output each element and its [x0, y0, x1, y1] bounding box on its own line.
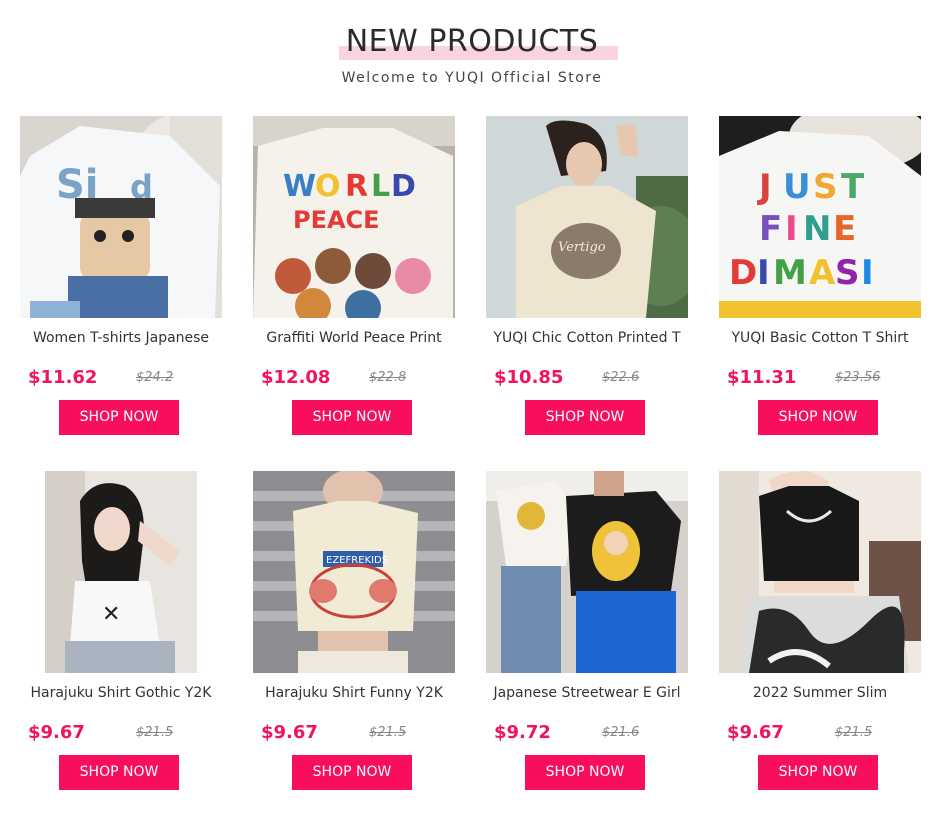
product-image[interactable]: ✕ [20, 471, 222, 673]
svg-text:T: T [841, 167, 865, 207]
product-name[interactable]: Graffiti World Peace Print Streetwear Un… [253, 329, 455, 347]
svg-text:PEACE: PEACE [293, 206, 380, 234]
product-original-price: $24.2 [136, 370, 174, 385]
svg-text:U: U [783, 167, 811, 207]
product-image[interactable]: Vertigo [486, 116, 688, 318]
product-image[interactable]: W O R L D PEACE [253, 116, 455, 318]
svg-text:✕: ✕ [102, 602, 120, 627]
shop-now-button[interactable]: SHOP NOW [758, 400, 878, 435]
product-price: $11.62 [28, 367, 98, 388]
product-name[interactable]: Harajuku Shirt Funny Y2K Women Crop Tops… [253, 684, 455, 702]
product-name[interactable]: Japanese Streetwear E Girl Anime Women T… [486, 684, 688, 702]
shop-now-button[interactable]: SHOP NOW [525, 755, 645, 790]
product-name[interactable]: YUQI Chic Cotton Printed T Shirts Women … [486, 329, 688, 347]
product-name[interactable]: Harajuku Shirt Gothic Y2K Women Crop Top… [20, 684, 222, 702]
svg-text:M: M [773, 253, 807, 293]
page-subtitle: Welcome to YUQI Official Store [341, 70, 603, 86]
product-price: $9.67 [28, 722, 85, 743]
product-original-price: $21.5 [369, 725, 407, 740]
product-name[interactable]: YUQI Basic Cotton T Shirt Women 2022 Sum… [719, 329, 921, 347]
product-name[interactable]: Women T-shirts Japanese Anime Ranking of… [20, 329, 222, 347]
product-image[interactable]: EZEFREKIDS [253, 471, 455, 673]
product-price: $9.72 [494, 722, 551, 743]
shop-now-button[interactable]: SHOP NOW [59, 755, 179, 790]
svg-text:W: W [283, 169, 316, 204]
svg-text:I: I [757, 253, 770, 293]
product-original-price: $22.6 [602, 370, 640, 385]
product-original-price: $22.8 [369, 370, 407, 385]
svg-text:E: E [833, 209, 856, 249]
shop-now-button[interactable]: SHOP NOW [292, 755, 412, 790]
product-price: $9.67 [261, 722, 318, 743]
shop-now-button[interactable]: SHOP NOW [59, 400, 179, 435]
product-original-price: $23.56 [835, 370, 881, 385]
product-name[interactable]: 2022 Summer Slim Streewear Vest Sexy Wom… [719, 684, 921, 702]
svg-text:L: L [371, 169, 390, 204]
shop-now-button[interactable]: SHOP NOW [758, 755, 878, 790]
product-image[interactable]: J U S T F I N E D I M A S I [719, 116, 921, 318]
svg-text:S: S [813, 167, 838, 207]
shop-now-button[interactable]: SHOP NOW [292, 400, 412, 435]
product-original-price: $21.6 [602, 725, 640, 740]
svg-text:I: I [861, 253, 874, 293]
svg-text:J: J [757, 167, 772, 207]
svg-text:O: O [315, 169, 341, 204]
product-image[interactable] [486, 471, 688, 673]
svg-text:D: D [729, 253, 757, 293]
product-price: $11.31 [727, 367, 797, 388]
svg-text:A: A [809, 253, 836, 293]
svg-text:S: S [835, 253, 860, 293]
product-original-price: $21.5 [136, 725, 174, 740]
product-price: $12.08 [261, 367, 331, 388]
page-title: NEW PRODUCTS [345, 24, 599, 59]
page-header: NEW PRODUCTS Welcome to YUQI Official St… [0, 0, 944, 100]
product-image[interactable]: Si d [20, 116, 222, 318]
svg-text:F: F [759, 209, 782, 249]
svg-text:R: R [345, 169, 368, 204]
svg-text:N: N [803, 209, 831, 249]
product-original-price: $21.5 [835, 725, 873, 740]
product-price: $9.67 [727, 722, 784, 743]
product-price: $10.85 [494, 367, 564, 388]
svg-text:Vertigo: Vertigo [558, 240, 606, 255]
svg-text:I: I [785, 209, 798, 249]
svg-text:D: D [391, 169, 416, 204]
product-image[interactable] [719, 471, 921, 673]
shop-now-button[interactable]: SHOP NOW [525, 400, 645, 435]
